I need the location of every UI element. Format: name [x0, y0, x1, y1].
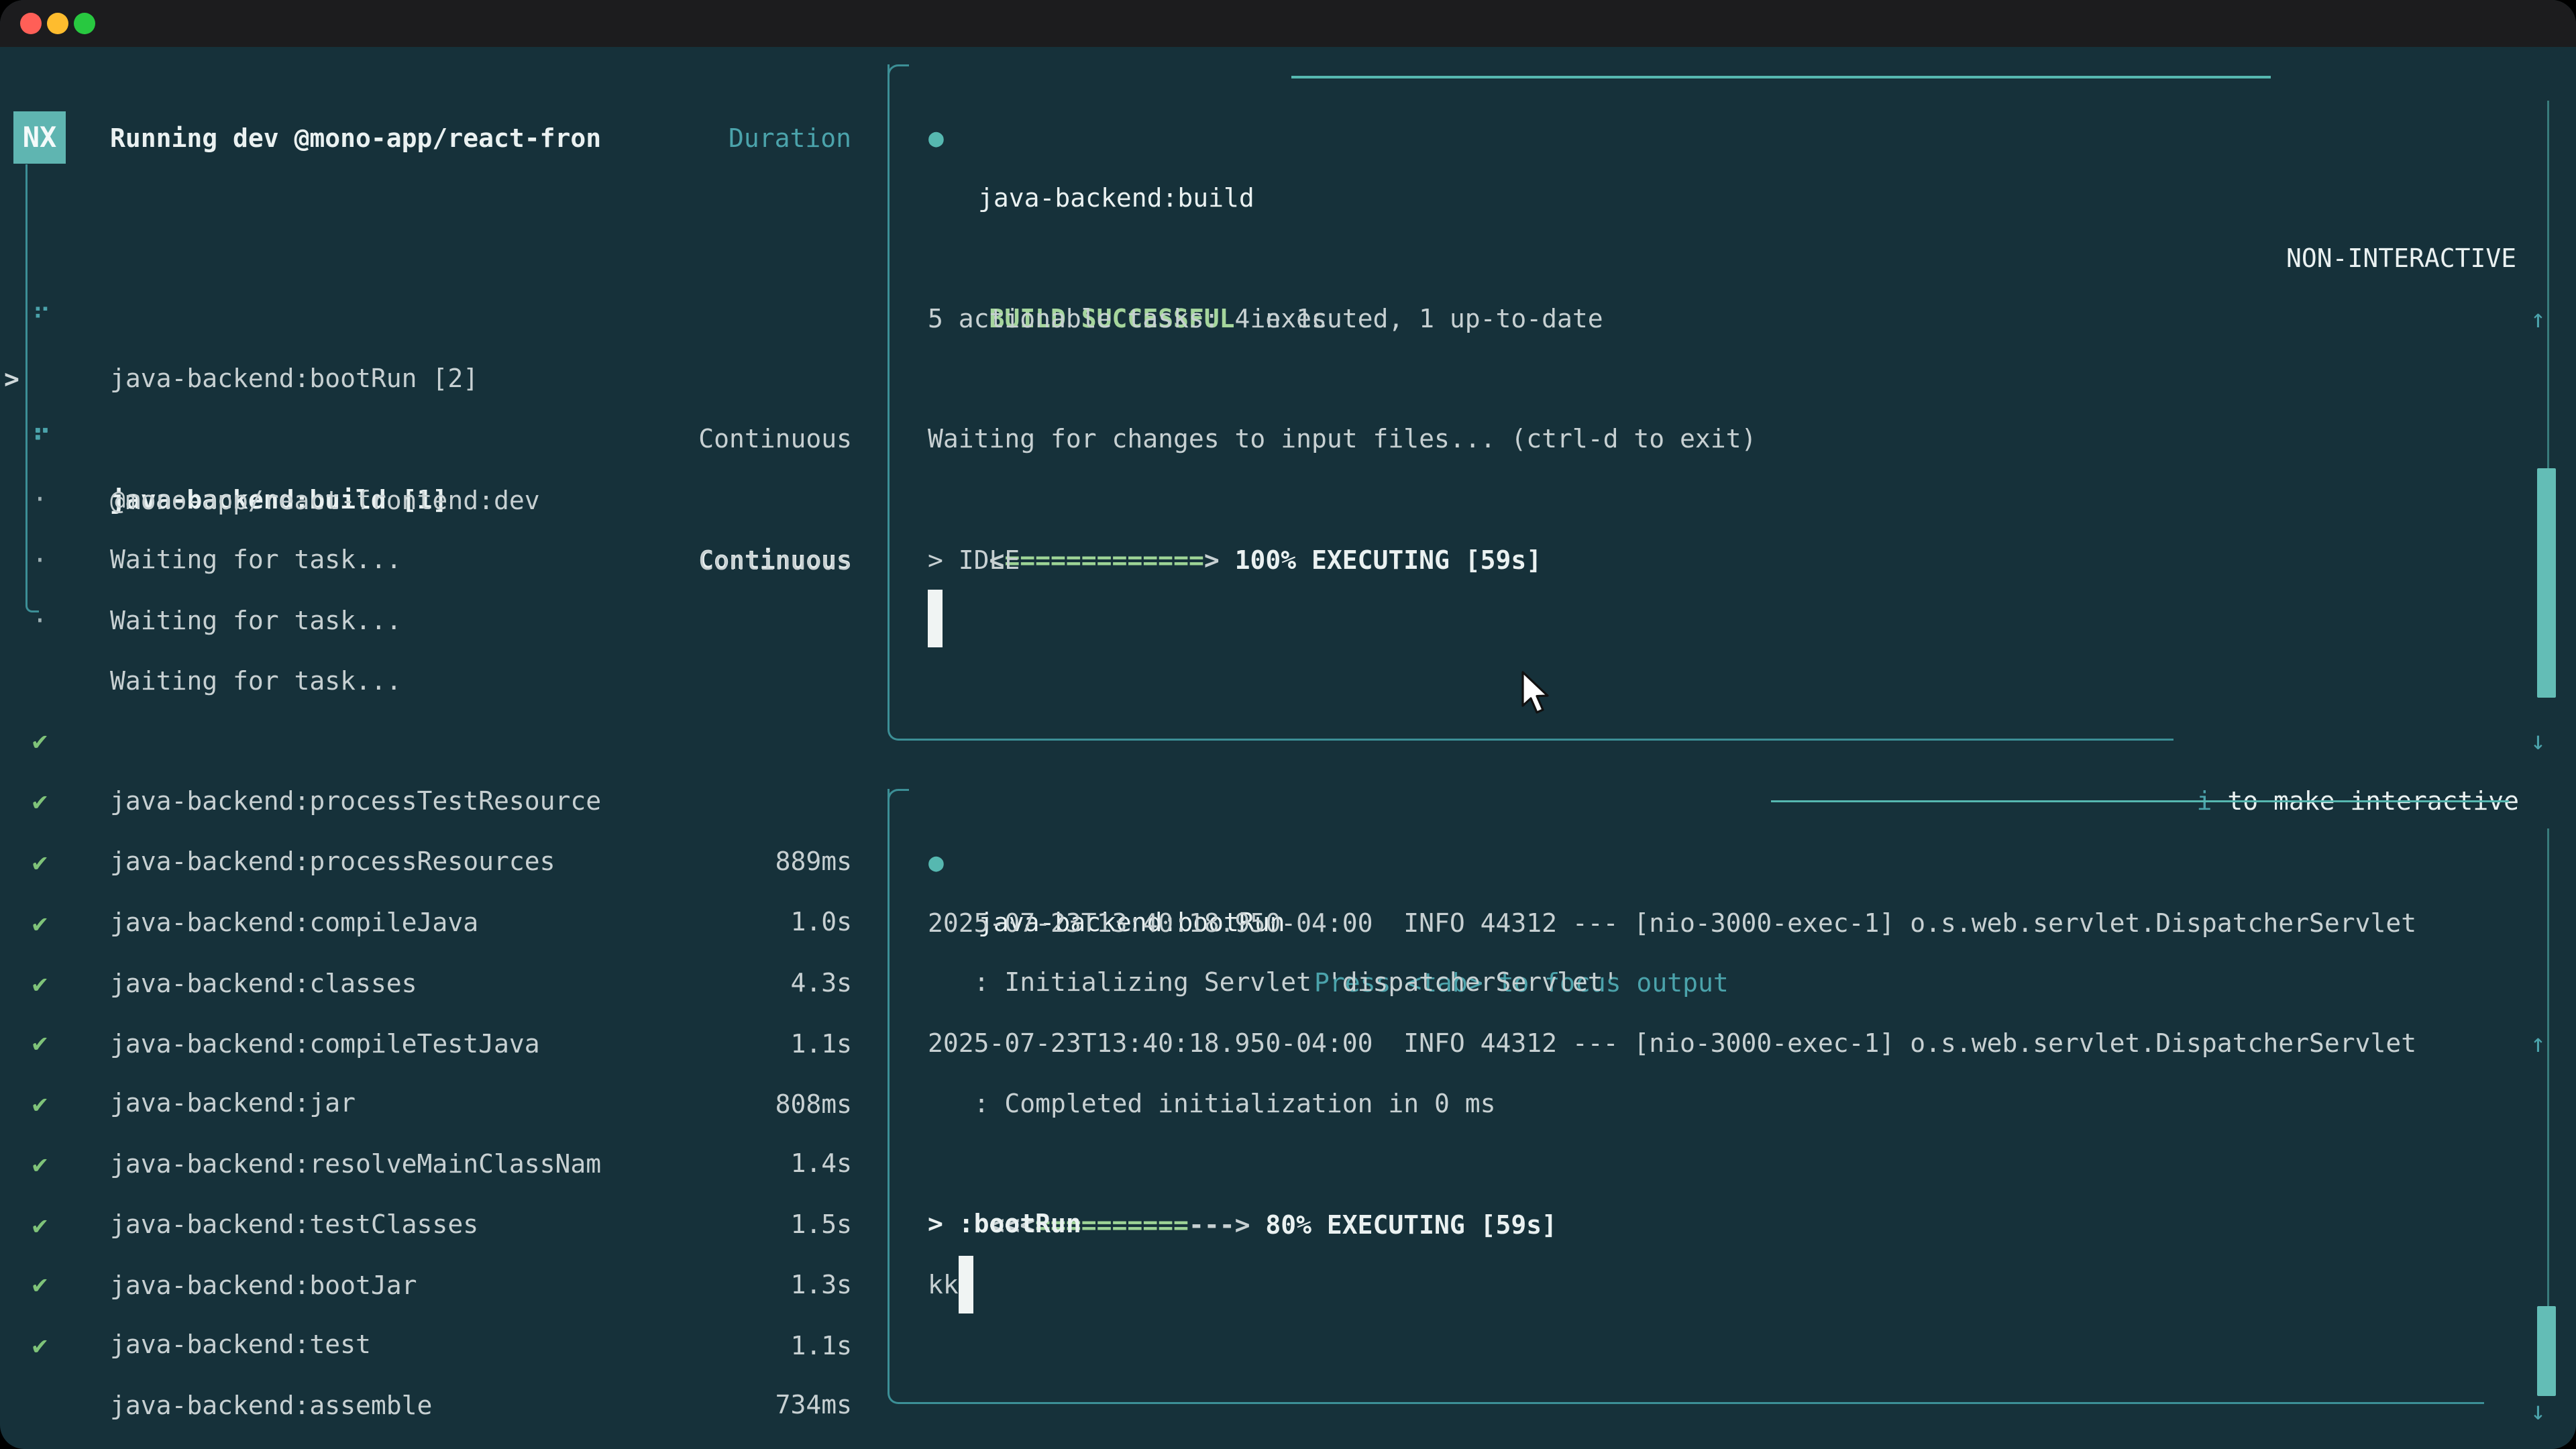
left-panel-footer: ← 1/2 → quit: q help: ? — [0, 1375, 872, 1435]
waiting-label: Waiting for task... — [110, 590, 402, 651]
terminal-cursor — [959, 1256, 973, 1313]
progress-tail: ---> — [1189, 1210, 1250, 1240]
task-duration: 1.1s — [790, 1316, 852, 1376]
task-row-bootrun[interactable]: ⠋ java-backend:bootRun [2] Continuous — [0, 227, 872, 288]
check-icon: ✔ — [32, 1315, 48, 1375]
bootrun-header-rule — [1771, 800, 2509, 802]
task-row-completed[interactable]: ✔ java-backend:assemble 774ms — [0, 1254, 872, 1315]
task-list-title: Running dev @mono-app/react-fron — [110, 108, 601, 168]
log-line: : Initializing Servlet 'dispatcherServle… — [928, 952, 1619, 1012]
progress-tail: > — [1204, 545, 1220, 575]
log-line: 2025-07-23T13:40:18.950-04:00 INFO 44312… — [928, 1013, 2416, 1073]
task-bullet-icon: ● — [928, 832, 944, 892]
terminal-cursor — [928, 590, 943, 647]
task-row-frontend-dev[interactable]: ⠋ @mono-app/react-frontend:dev Continuou… — [0, 350, 872, 410]
close-window-button[interactable] — [20, 13, 42, 34]
non-interactive-badge: NON-INTERACTIVE — [2286, 228, 2516, 288]
task-row-completed[interactable]: ✔ java-backend:processResources 1.0s — [0, 710, 872, 771]
page-prev-arrow[interactable]: ← — [28, 1435, 44, 1449]
task-row-waiting: · Waiting for task... — [0, 470, 872, 530]
task-bullet-icon: ● — [928, 107, 944, 168]
progress-label: 100% EXECUTING [59s] — [1220, 545, 1542, 575]
duration-column-header: Duration — [729, 108, 851, 168]
bootrun-scrollbar-track[interactable] — [2547, 828, 2549, 1306]
bootrun-progress-line: <<<==========---> 80% EXECUTING [59s] — [928, 1134, 1557, 1195]
gradle-idle-prompt: > IDLE — [928, 530, 1020, 590]
build-panel-title: java-backend:build — [978, 168, 1254, 228]
waiting-for-changes-line: Waiting for changes to input files... (c… — [928, 409, 1756, 469]
title-bar — [0, 0, 2576, 47]
task-row-completed[interactable]: ✔ java-backend:test 734ms — [0, 1193, 872, 1254]
tasks-summary-line: 5 actionable tasks: 4 executed, 1 up-to-… — [928, 288, 1603, 349]
task-row-completed[interactable]: ✔ java-backend:processTestResource 889ms — [0, 650, 872, 710]
bootrun-task-prompt: > :bootRun — [928, 1193, 1081, 1254]
task-row-completed[interactable]: ✔ java-backend:classes 1.1s — [0, 833, 872, 893]
log-line: 2025-07-23T13:40:18.950-04:00 INFO 44312… — [928, 893, 2416, 953]
task-row-waiting: · Waiting for task... — [0, 409, 872, 469]
task-row-waiting: · Waiting for task... — [0, 530, 872, 590]
build-header-rule — [1291, 76, 2271, 78]
task-row-build-selected[interactable]: > ⠋ java-backend:build [1] Continuous — [0, 288, 872, 349]
mouse-cursor-icon — [1517, 671, 1555, 719]
task-duration: 774ms — [775, 1436, 852, 1449]
app-window: NX Running dev @mono-app/react-fron Dura… — [0, 0, 2576, 1449]
scroll-down-arrow[interactable]: ↓ — [2530, 710, 2546, 771]
task-row-completed[interactable]: ✔ java-backend:testClasses 1.3s — [0, 1073, 872, 1134]
build-output-panel-border — [888, 64, 2174, 741]
task-name: java-backend:test — [110, 1314, 371, 1375]
task-row-completed[interactable]: ✔ java-backend:resolveMainClassNam 1.5s — [0, 1013, 872, 1073]
build-scrollbar-thumb[interactable] — [2537, 468, 2556, 698]
task-row-completed[interactable]: ✔ java-backend:compileTestJava 808ms — [0, 893, 872, 953]
task-row-completed[interactable]: ✔ java-backend:bootJar 1.1s — [0, 1134, 872, 1195]
task-row-completed[interactable]: ✔ java-backend:jar 1.4s — [0, 952, 872, 1012]
progress-label: 80% EXECUTING [59s] — [1250, 1210, 1557, 1240]
terminal-input-text[interactable]: kk — [928, 1254, 959, 1315]
log-line: : Completed initialization in 0 ms — [928, 1073, 1495, 1134]
interactive-hint: i to make interactive — [1945, 710, 2519, 771]
scroll-up-arrow[interactable]: ↑ — [2530, 1013, 2546, 1073]
zoom-window-button[interactable] — [74, 13, 95, 34]
build-status-line: BUILD SUCCESSFUL in 1s — [928, 228, 1327, 288]
progress-bar-fill: ============= — [1004, 545, 1203, 575]
build-scrollbar-track[interactable] — [2547, 101, 2549, 468]
minimize-window-button[interactable] — [47, 13, 68, 34]
waiting-dot-icon: · — [32, 590, 48, 651]
scroll-down-arrow[interactable]: ↓ — [2530, 1381, 2546, 1441]
scroll-up-arrow[interactable]: ↑ — [2530, 288, 2546, 349]
build-progress-line: <=============> 100% EXECUTING [59s] — [928, 470, 1542, 530]
